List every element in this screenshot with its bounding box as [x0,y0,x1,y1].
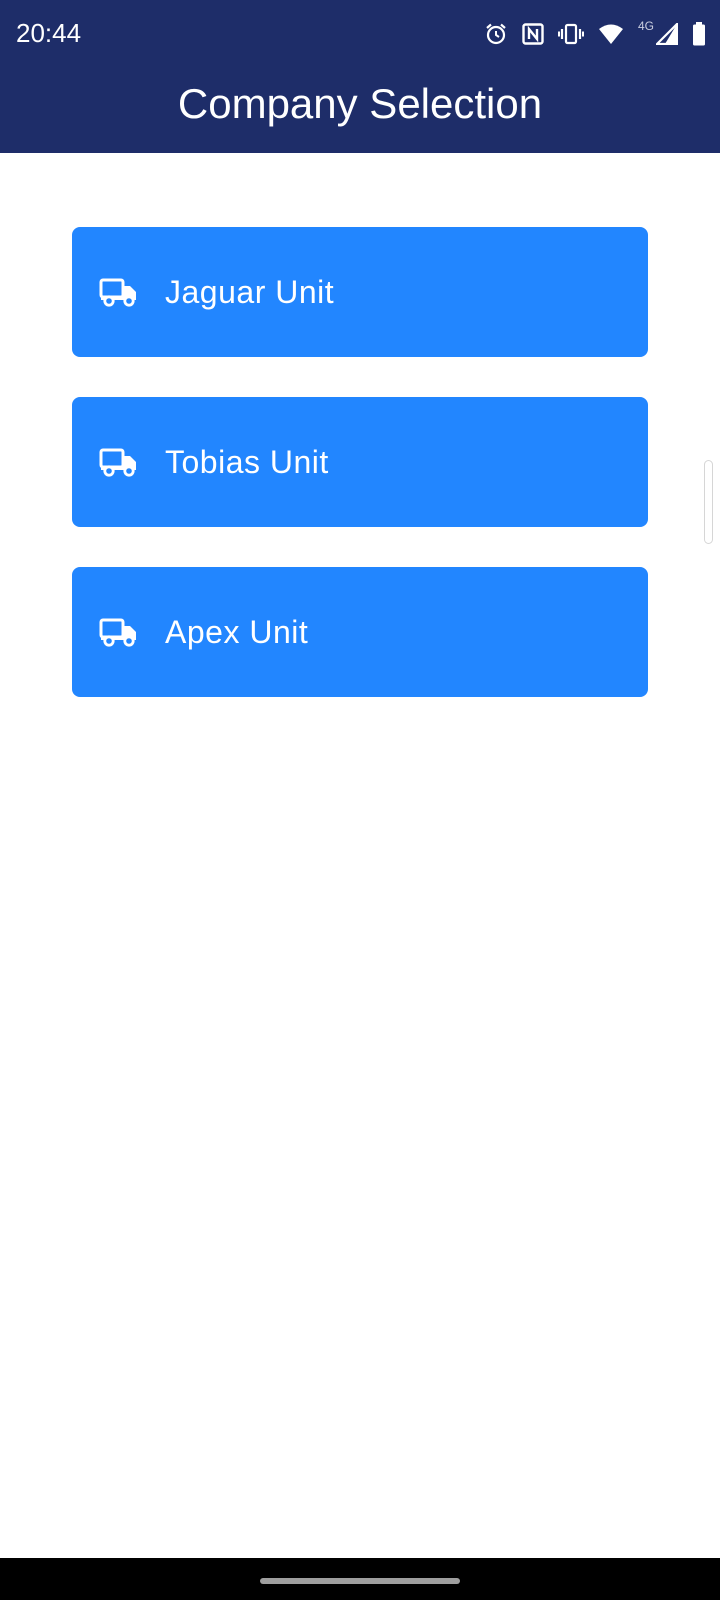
home-gesture-handle[interactable] [260,1578,460,1584]
truck-icon [99,617,139,647]
vibrate-icon [557,20,584,48]
scrollbar[interactable] [704,460,713,544]
network-type-label: 4G [637,19,654,33]
company-button-jaguar-unit[interactable]: Jaguar Unit [72,227,648,357]
truck-icon [99,277,139,307]
header: 20:44 4G Company Selection [0,0,720,153]
company-list: Jaguar Unit Tobias Unit Apex Unit [72,227,648,737]
page-title: Company Selection [177,80,543,127]
status-time: 20:44 [16,18,82,48]
nfc-icon [522,20,544,48]
screen: 20:44 4G Company Selection Jaguar Unit T… [0,0,720,1600]
system-nav-bar [0,1558,720,1600]
company-label: Apex Unit [165,614,309,650]
battery-icon [692,20,706,48]
status-bar: 20:44 4G [0,0,720,66]
signal-icon [656,20,678,48]
company-label: Jaguar Unit [165,274,335,310]
company-button-tobias-unit[interactable]: Tobias Unit [72,397,648,527]
company-label: Tobias Unit [165,444,329,480]
wifi-icon [598,20,624,48]
truck-icon [99,447,139,477]
alarm-icon [484,20,508,48]
company-button-apex-unit[interactable]: Apex Unit [72,567,648,697]
status-icons: 4G [484,19,706,48]
